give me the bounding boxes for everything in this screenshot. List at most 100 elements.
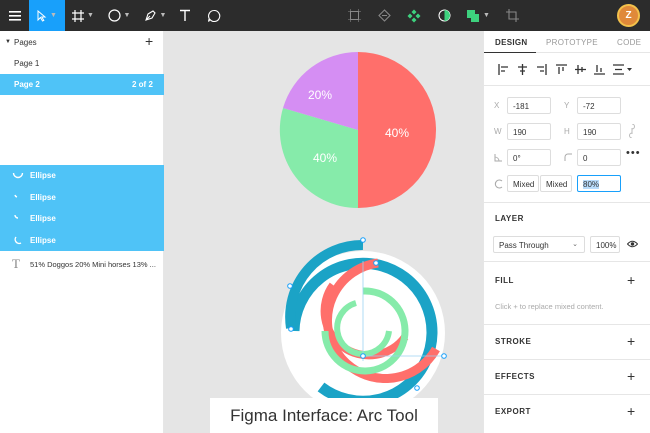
x-field[interactable]: -181 <box>507 97 551 114</box>
move-tool-icon <box>37 9 47 22</box>
text-tool-button[interactable] <box>173 0 197 31</box>
blend-mode-select[interactable]: Pass Through ⌄ <box>493 236 585 253</box>
add-export-icon[interactable]: + <box>627 404 635 418</box>
create-component-icon <box>407 9 421 22</box>
rotation-field[interactable]: 0° <box>507 149 551 166</box>
comment-tool-button[interactable] <box>200 0 228 31</box>
pen-tool-button[interactable]: ▼ <box>137 0 173 31</box>
add-effect-icon[interactable]: + <box>627 369 635 383</box>
tab-code[interactable]: CODE <box>617 38 641 47</box>
corner-radius-icon <box>564 153 572 161</box>
canvas-artwork: 20% 40% 40% <box>279 51 447 415</box>
layer-row[interactable]: Ellipse <box>0 165 164 187</box>
tab-prototype[interactable]: PROTOTYPE <box>546 38 598 47</box>
chevron-down-icon: ⌄ <box>572 241 578 248</box>
active-tab-indicator <box>484 52 536 53</box>
layer-row[interactable]: T 51% Doggos 20% Mini horses 13% ... <box>0 253 164 275</box>
page-item-1[interactable]: Page 1 <box>0 53 164 74</box>
ellipse-tool-button[interactable]: ▼ <box>101 0 137 31</box>
divider <box>484 359 650 360</box>
tab-design[interactable]: DESIGN <box>495 38 527 47</box>
layer-section-title: LAYER <box>495 214 524 223</box>
layer-name: 51% Doggos 20% Mini horses 13% ... <box>30 260 156 269</box>
layers-panel: ▼ Pages + Page 1 Page 2 2 of 2 Ellipse E… <box>0 31 164 433</box>
panel-tabs: DESIGN PROTOTYPE CODE <box>484 31 650 53</box>
y-label: Y <box>564 101 570 110</box>
y-field[interactable]: -72 <box>577 97 621 114</box>
layer-row[interactable]: Ellipse <box>0 186 164 208</box>
align-horizontal-center-icon[interactable] <box>517 64 528 75</box>
text-layer-icon: T <box>12 256 20 271</box>
selection-handle <box>360 237 366 243</box>
canvas[interactable]: 20% 40% 40% <box>165 31 483 433</box>
fill-section-title: FILL <box>495 276 514 285</box>
union-icon <box>467 9 480 22</box>
mask-button[interactable] <box>433 0 455 31</box>
flatten-button[interactable] <box>343 0 365 31</box>
boolean-mask-icon <box>438 9 450 22</box>
fill-hint: Click + to replace mixed content. <box>495 302 604 311</box>
avatar[interactable]: Z <box>617 4 640 27</box>
arc-start-field[interactable]: Mixed <box>507 175 539 192</box>
alignment-row <box>484 60 650 80</box>
pen-tool-icon <box>144 10 156 21</box>
constrain-proportions-icon[interactable] <box>629 124 635 138</box>
align-right-icon[interactable] <box>536 64 547 75</box>
crop-button[interactable] <box>501 0 523 31</box>
layer-name: Ellipse <box>30 171 56 180</box>
component-button[interactable] <box>373 0 395 31</box>
divider <box>484 324 650 325</box>
component-icon <box>377 9 391 22</box>
arc-sweep-field[interactable]: Mixed <box>540 175 572 192</box>
page-count: 2 of 2 <box>132 80 153 89</box>
width-field[interactable]: 190 <box>507 123 551 140</box>
arc-ratio-field[interactable]: 80% <box>577 175 621 192</box>
pages-header: ▼ Pages + <box>0 31 164 53</box>
pie-label: 20% <box>308 88 332 102</box>
opacity-field[interactable]: 100% <box>590 236 620 253</box>
move-tool-button[interactable]: ▼ <box>29 0 65 31</box>
arc-icon <box>494 179 503 189</box>
arc-icon <box>14 236 22 244</box>
selection-handle <box>441 353 447 359</box>
crop-icon <box>505 9 519 22</box>
properties-panel: DESIGN PROTOTYPE CODE X -181 Y -72 W 190… <box>483 31 650 433</box>
eye-icon[interactable] <box>627 240 638 248</box>
add-fill-icon[interactable]: + <box>627 273 635 287</box>
arc-icon <box>14 194 18 198</box>
x-label: X <box>494 101 500 110</box>
distribute-icon[interactable] <box>613 64 633 75</box>
align-left-icon[interactable] <box>498 64 509 75</box>
align-top-icon[interactable] <box>556 64 567 75</box>
hamburger-icon[interactable] <box>0 0 29 31</box>
blend-mode-value: Pass Through <box>499 241 549 250</box>
divider <box>484 394 650 395</box>
page-item-2[interactable]: Page 2 2 of 2 <box>0 74 164 95</box>
divider <box>484 261 650 262</box>
corner-radius-field[interactable]: 0 <box>577 149 621 166</box>
add-stroke-icon[interactable]: + <box>627 334 635 348</box>
frame-tool-icon <box>72 9 85 22</box>
frame-tool-button[interactable]: ▼ <box>65 0 101 31</box>
rotation-icon <box>494 154 502 162</box>
add-page-icon[interactable]: + <box>145 33 153 49</box>
pie-label: 40% <box>385 126 409 140</box>
create-component-button[interactable] <box>403 0 425 31</box>
divider <box>484 85 650 86</box>
w-label: W <box>494 127 502 136</box>
pie-label: 40% <box>313 151 337 165</box>
selection-handle <box>360 353 366 359</box>
collapse-caret-icon[interactable]: ▼ <box>5 39 11 45</box>
toolbar: ▼ ▼ ▼ ▼ ▼ Z <box>0 0 650 31</box>
flatten-icon <box>347 9 361 22</box>
align-vertical-center-icon[interactable] <box>575 64 586 75</box>
selection-handle <box>414 385 420 391</box>
layer-row[interactable]: Ellipse <box>0 229 164 251</box>
align-bottom-icon[interactable] <box>594 64 605 75</box>
more-options-icon[interactable]: ••• <box>626 147 641 159</box>
height-field[interactable]: 190 <box>577 123 621 140</box>
layer-row[interactable]: Ellipse <box>0 208 164 230</box>
selection-handle <box>288 326 294 332</box>
layer-name: Ellipse <box>30 192 56 202</box>
boolean-union-button[interactable]: ▼ <box>463 0 493 31</box>
